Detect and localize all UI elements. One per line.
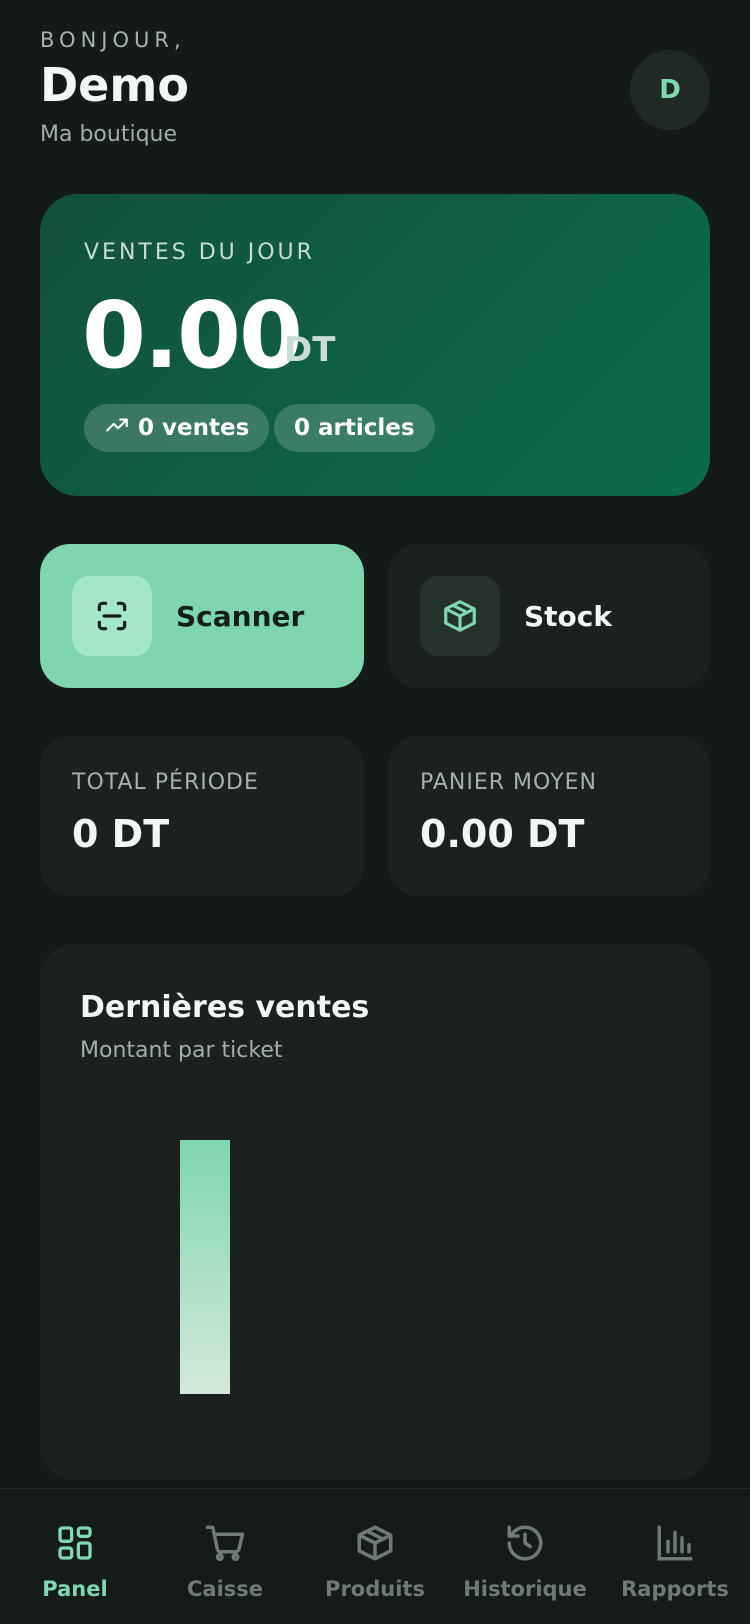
total-period-card: TOTAL PÉRIODE 0 DT <box>40 736 364 896</box>
articles-count-text: 0 articles <box>294 415 415 441</box>
stock-button[interactable]: Stock <box>388 544 710 688</box>
nav-item-panel[interactable]: Panel <box>0 1489 150 1624</box>
sales-count-badge: 0 ventes <box>84 404 270 452</box>
today-sales-amount: 0.00 <box>82 282 303 389</box>
box-icon <box>354 1521 396 1565</box>
nav-label-produits: Produits <box>325 1577 425 1601</box>
nav-item-historique[interactable]: Historique <box>450 1489 600 1624</box>
average-basket-card: PANIER MOYEN 0.00 DT <box>388 736 710 896</box>
today-sales-card: VENTES DU JOUR 0.00 DT 0 ventes 0 articl… <box>40 194 710 496</box>
cart-icon <box>204 1521 246 1565</box>
total-period-label: TOTAL PÉRIODE <box>72 770 259 795</box>
average-basket-label: PANIER MOYEN <box>420 770 597 795</box>
trending-up-icon <box>104 412 138 444</box>
greeting-text: BONJOUR, <box>40 28 186 52</box>
nav-item-rapports[interactable]: Rapports <box>600 1489 750 1624</box>
bottom-nav: Panel Caisse Produits Historique Rapport… <box>0 1488 750 1624</box>
history-icon <box>504 1521 546 1565</box>
nav-item-produits[interactable]: Produits <box>300 1489 450 1624</box>
shop-name: Ma boutique <box>40 122 178 147</box>
sales-count-text: 0 ventes <box>138 415 250 441</box>
chart-icon <box>654 1521 696 1565</box>
box-icon <box>420 576 500 656</box>
average-basket-value: 0.00 DT <box>420 812 585 856</box>
today-sales-label: VENTES DU JOUR <box>84 240 315 265</box>
today-sales-currency: DT <box>284 330 336 370</box>
scan-icon <box>72 576 152 656</box>
scanner-button[interactable]: Scanner <box>40 544 364 688</box>
recent-sales-chart <box>180 1140 230 1394</box>
nav-label-caisse: Caisse <box>186 1577 264 1601</box>
user-name: Demo <box>40 58 189 112</box>
chart-bar-0 <box>180 1140 230 1394</box>
stock-label: Stock <box>524 599 613 633</box>
nav-label-panel: Panel <box>42 1577 108 1601</box>
grid-icon <box>55 1521 95 1565</box>
nav-label-rapports: Rapports <box>621 1577 729 1601</box>
nav-label-historique: Historique <box>463 1577 587 1601</box>
avatar[interactable]: D <box>630 50 710 130</box>
scanner-label: Scanner <box>176 599 305 633</box>
nav-item-caisse[interactable]: Caisse <box>150 1489 300 1624</box>
total-period-value: 0 DT <box>72 812 170 856</box>
articles-count-badge: 0 articles <box>274 404 435 452</box>
recent-sales-chart-card: Dernières ventes Montant par ticket <box>40 944 710 1480</box>
